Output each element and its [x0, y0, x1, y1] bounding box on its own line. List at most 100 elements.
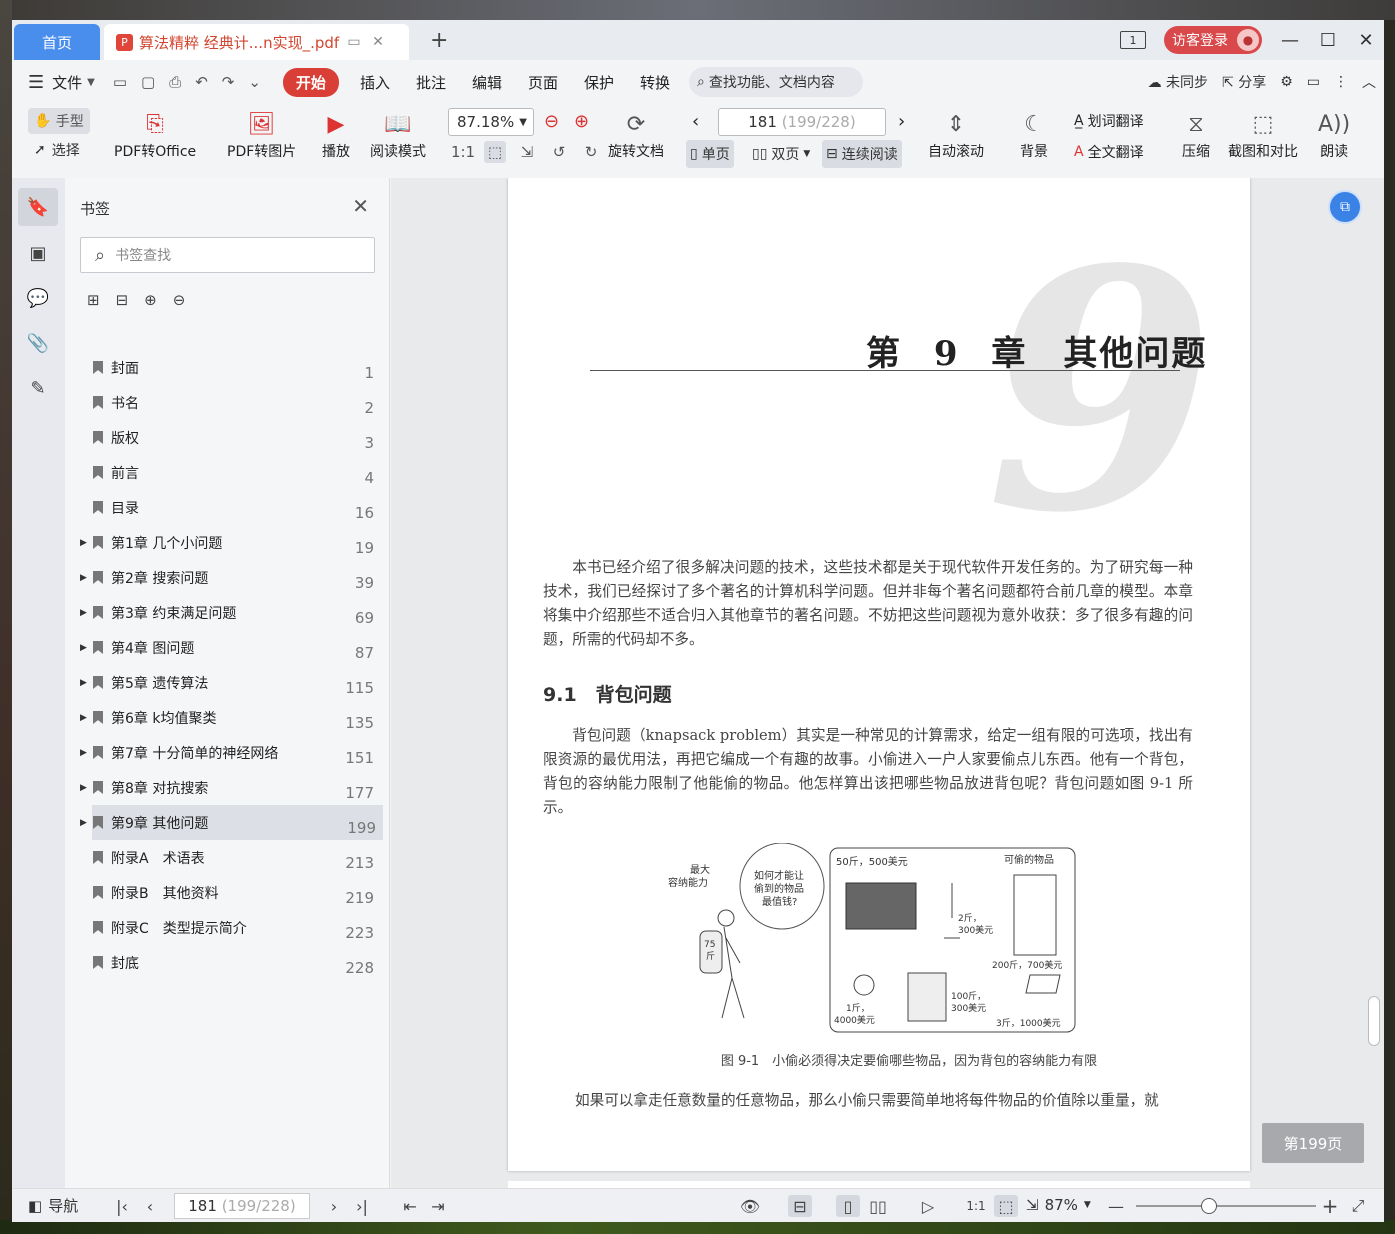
word-translate-button[interactable]: A̲ 划词翻译 [1074, 111, 1144, 131]
quick-access-icons[interactable]: ▭▢⎙↶↷⌄ [113, 73, 275, 91]
panel-close-icon[interactable]: ✕ [352, 194, 369, 218]
expand-arrow-icon[interactable]: ▶ [80, 678, 87, 688]
eye-protect-icon[interactable]: 👁 [738, 1195, 762, 1217]
fit-page-icon[interactable]: ⬚ [484, 141, 506, 163]
double-mode-icon[interactable]: ▯▯ [866, 1195, 890, 1217]
expand-arrow-icon[interactable]: ▶ [80, 643, 87, 653]
page-count-icon[interactable]: 1 [1120, 31, 1146, 49]
bookmark-item[interactable]: ▶ 第9章 其他问题 199 [80, 805, 383, 840]
zoom-slider-track[interactable] [1136, 1205, 1316, 1207]
expand-arrow-icon[interactable]: ▶ [80, 573, 87, 583]
expand-arrow-icon[interactable]: ▶ [80, 748, 87, 758]
rotate-left-icon[interactable]: ↺ [548, 141, 570, 163]
window-close-icon[interactable]: ✕ [1356, 30, 1376, 51]
bookmark-item[interactable]: ▶ 第7章 十分简单的神经网络 151 [65, 735, 390, 770]
menu-insert[interactable]: 插入 [347, 72, 403, 93]
pdf-to-office-button[interactable]: ⎘ PDF转Office [114, 107, 196, 161]
forward-icon[interactable]: ⇥ [426, 1195, 450, 1217]
share-button[interactable]: ⇱ 分享 [1222, 72, 1266, 92]
sync-button[interactable]: ☁ 未同步 [1148, 72, 1208, 92]
menu-start[interactable]: 开始 [282, 67, 339, 97]
attachment-icon[interactable]: 📎 [18, 324, 58, 362]
menu-protect[interactable]: 保护 [571, 72, 627, 93]
signature-icon[interactable]: ✎ [18, 369, 58, 407]
bookmark-item[interactable]: ▶ 第3章 约束满足问题 69 [65, 595, 390, 630]
bookmark-item[interactable]: 版权 3 [65, 420, 390, 455]
expand-all-icon[interactable]: ⊞ [87, 291, 100, 309]
status-play-icon[interactable]: ▷ [916, 1195, 940, 1217]
status-zoom-select[interactable]: ⇲ 87% ▼ [1026, 1196, 1091, 1214]
maximize-icon[interactable]: ☐ [1318, 30, 1338, 51]
read-mode-button[interactable]: 📖 阅读模式 [370, 107, 426, 161]
hand-tool-button[interactable]: ✋ 手型 [28, 108, 90, 134]
next-page-icon[interactable]: › [898, 111, 905, 132]
bookmark-item[interactable]: 目录 16 [65, 490, 390, 525]
play-button[interactable]: ▶ 播放 [322, 107, 350, 161]
back-icon[interactable]: ⇤ [398, 1195, 422, 1217]
first-page-icon[interactable]: |‹ [110, 1195, 134, 1217]
collapse-all-icon[interactable]: ⊟ [116, 291, 129, 309]
bookmark-item[interactable]: ▶ 第6章 k均值聚类 135 [65, 700, 390, 735]
add-bookmark-icon[interactable]: ⊕ [144, 291, 157, 309]
expand-arrow-icon[interactable]: ▶ [80, 608, 87, 618]
zoom-out-icon[interactable]: ⊖ [544, 111, 559, 132]
tab-home[interactable]: 首页 [14, 24, 100, 60]
pdf-to-image-button[interactable]: 🖼 PDF转图片 [227, 107, 296, 161]
navigation-toggle[interactable]: ◧ 导航 [28, 1195, 78, 1216]
read-aloud-button[interactable]: A)) 朗读 [1318, 107, 1350, 161]
expand-arrow-icon[interactable]: ▶ [80, 713, 87, 723]
actual-size-icon[interactable]: 1:1 [451, 141, 475, 163]
prev-page-icon[interactable]: ‹ [692, 111, 699, 132]
last-page-icon[interactable]: ›| [350, 1195, 374, 1217]
document-viewer[interactable]: 9 第 9 章 其他问题 本书已经介绍了很多解决问题的技术，这些技术都是关于现代… [391, 178, 1384, 1188]
menu-convert[interactable]: 转换 [627, 72, 683, 93]
fullscreen-icon[interactable]: ⤢ [1346, 1195, 1370, 1217]
chevron-down-icon[interactable]: ▼ [87, 77, 95, 88]
rotate-document-button[interactable]: ⟳ 旋转文档 [608, 107, 664, 161]
bookmark-item[interactable]: 前言 4 [65, 455, 390, 490]
comment-panel-icon[interactable]: 💬 [18, 279, 58, 317]
bookmark-item[interactable]: ▶ 第1章 几个小问题 19 [65, 525, 390, 560]
bookmark-item[interactable]: 附录C 类型提示简介 223 [65, 910, 390, 945]
comment-icon[interactable]: ▭ [1307, 74, 1320, 90]
more-icon[interactable]: ⋮ [1334, 74, 1348, 90]
expand-arrow-icon[interactable]: ▶ [80, 538, 87, 548]
expand-arrow-icon[interactable]: ▶ [80, 783, 87, 793]
translate-float-button[interactable]: ⧉ [1328, 190, 1362, 224]
new-tab-button[interactable]: + [430, 28, 448, 53]
thumbnail-icon[interactable]: ▣ [18, 234, 58, 272]
status-actual-size-icon[interactable]: 1:1 [964, 1195, 988, 1217]
rotate-right-icon[interactable]: ↻ [580, 141, 602, 163]
page-number-input[interactable]: 181 (199/228) [718, 108, 886, 136]
menu-edit[interactable]: 编辑 [459, 72, 515, 93]
zoom-slider-knob[interactable] [1201, 1198, 1217, 1214]
minimize-icon[interactable]: — [1280, 30, 1300, 51]
background-button[interactable]: ☾ 背景 [1020, 107, 1048, 161]
continuous-mode-icon[interactable]: ⊟ [788, 1195, 812, 1217]
full-translate-button[interactable]: A 全文翻译 [1074, 142, 1144, 162]
bookmark-item[interactable]: ▶ 第8章 对抗搜索 177 [65, 770, 390, 805]
bookmark-panel-icon[interactable]: 🔖 [18, 188, 58, 226]
single-page-button[interactable]: ▯ 单页 [686, 140, 734, 168]
zoom-select[interactable]: 87.18% ▼ [448, 108, 534, 136]
visitor-login-button[interactable]: 访客登录 ● [1164, 26, 1262, 54]
screenshot-compare-button[interactable]: ⬚ 截图和对比 [1228, 107, 1298, 161]
status-zoom-out-icon[interactable]: — [1104, 1195, 1128, 1217]
zoom-in-icon[interactable]: ⊕ [574, 111, 589, 132]
fit-width-icon[interactable]: ⇲ [516, 141, 538, 163]
select-tool-button[interactable]: ➚ 选择 [34, 140, 80, 160]
hamburger-icon[interactable]: ☰ [28, 72, 44, 93]
menu-annotate[interactable]: 批注 [403, 72, 459, 93]
double-page-button[interactable]: ▯▯ 双页 ▼ [748, 140, 814, 168]
expand-arrow-icon[interactable]: ▶ [80, 818, 87, 828]
auto-scroll-button[interactable]: ⇕ 自动滚动 [928, 107, 984, 161]
continuous-read-button[interactable]: ⊟ 连续阅读 [822, 140, 902, 168]
close-icon[interactable]: ✕ [369, 34, 387, 50]
vertical-scrollbar-thumb[interactable] [1368, 996, 1380, 1046]
bookmark-item[interactable]: 封底 228 [65, 945, 390, 980]
status-next-page-icon[interactable]: › [322, 1195, 346, 1217]
status-fit-page-icon[interactable]: ⬚ [994, 1195, 1018, 1217]
monitor-icon[interactable]: ▭ [345, 34, 363, 50]
menu-page[interactable]: 页面 [515, 72, 571, 93]
bookmark-item[interactable]: ▶ 第5章 遗传算法 115 [65, 665, 390, 700]
